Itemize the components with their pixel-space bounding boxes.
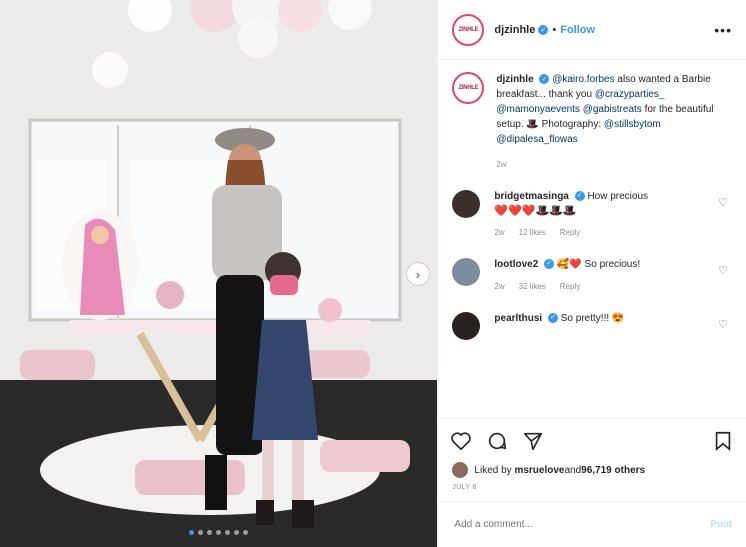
- next-image-button[interactable]: ›: [406, 262, 430, 286]
- action-bar: [438, 418, 746, 462]
- carousel-indicator: [0, 530, 437, 535]
- post-header: ZINHLE djzinhle ✓ • Follow •••: [438, 0, 746, 60]
- comment-meta: 2w 12 likes Reply: [494, 226, 694, 240]
- more-options-icon[interactable]: •••: [714, 22, 732, 38]
- save-bookmark-icon[interactable]: [712, 430, 734, 452]
- comment-likes[interactable]: 32 likes: [519, 280, 546, 294]
- carousel-dot: [189, 530, 195, 535]
- caption-text: djzinhle ✓ @kairo.forbes also wanted a B…: [496, 72, 716, 172]
- verified-badge-icon: ✓: [574, 191, 585, 202]
- caption-mention-link[interactable]: @gabistreats: [583, 104, 642, 115]
- comment-text: So pretty!!! 😍: [560, 313, 625, 324]
- comment-item: lootlove2 ✓ 🥰❤️ So precious! 2w 32 likes Re…: [452, 258, 732, 294]
- comment-like-heart-icon[interactable]: ♡: [718, 264, 728, 277]
- comment-likes[interactable]: 12 likes: [519, 226, 546, 240]
- carousel-dot: [234, 530, 240, 535]
- reply-button[interactable]: Reply: [560, 280, 580, 294]
- caption: ZINHLE djzinhle ✓ @kairo.forbes also wan…: [452, 72, 732, 172]
- add-comment-bar: Post: [438, 501, 746, 547]
- caption-mention-link[interactable]: @mamonyaevents: [496, 104, 580, 115]
- comment-item: bridgetmasinga ✓ How precious ❤️❤️❤️🎩🎩🎩 2w…: [452, 190, 732, 240]
- likes-mid: and: [564, 464, 582, 476]
- comment-body: lootlove2 ✓ 🥰❤️ So precious! 2w 32 likes Re…: [494, 258, 694, 294]
- commenter-username[interactable]: bridgetmasinga: [494, 191, 568, 202]
- author-username[interactable]: djzinhle: [494, 24, 535, 36]
- carousel-dot: [225, 530, 231, 535]
- caption-mention-link[interactable]: @stillsbytom: [604, 119, 661, 130]
- commenter-username[interactable]: pearlthusi: [494, 313, 542, 324]
- comment-time: 2w: [494, 282, 505, 291]
- instagram-post: › ZINHLE djzinhle ✓ • Follow ••• ZINHLE …: [0, 0, 746, 547]
- carousel-dot: [243, 530, 249, 535]
- commenter-avatar[interactable]: [452, 190, 481, 218]
- share-send-icon[interactable]: [522, 430, 544, 452]
- liker-avatar[interactable]: [452, 462, 469, 478]
- likes-summary: Liked by msruelove and 96,719 others: [438, 462, 746, 478]
- comment-time: 2w: [494, 228, 505, 237]
- post-photo[interactable]: ›: [0, 0, 438, 547]
- carousel-dot: [207, 530, 213, 535]
- verified-badge-icon: ✓: [538, 24, 549, 35]
- verified-badge-icon: ✓: [544, 259, 555, 270]
- reply-button[interactable]: Reply: [560, 226, 580, 240]
- verified-badge-icon: ✓: [547, 313, 558, 324]
- like-heart-icon[interactable]: [450, 430, 472, 452]
- likes-prefix: Liked by: [474, 464, 512, 476]
- header-separator: •: [552, 23, 557, 36]
- verified-badge-icon: ✓: [539, 74, 550, 85]
- party-scene-image: [0, 0, 438, 547]
- likes-user[interactable]: msruelove: [514, 465, 564, 476]
- comment-input[interactable]: [452, 518, 711, 531]
- comment-text: 🥰❤️ So precious!: [556, 259, 641, 270]
- comment-meta: 2w 32 likes Reply: [494, 280, 694, 294]
- caption-avatar[interactable]: ZINHLE: [452, 72, 485, 104]
- commenter-avatar[interactable]: [452, 312, 481, 340]
- comment-body: pearlthusi ✓ So pretty!!! 😍: [494, 312, 694, 340]
- caption-mention-link[interactable]: @kairo.forbes: [552, 74, 614, 85]
- comment-bubble-icon[interactable]: [486, 430, 508, 452]
- likes-count[interactable]: 96,719 others: [581, 465, 645, 476]
- comment-emoji-line: ❤️❤️❤️🎩🎩🎩: [494, 205, 577, 217]
- carousel-dot: [216, 530, 222, 535]
- post-side-panel: ZINHLE djzinhle ✓ • Follow ••• ZINHLE dj…: [437, 0, 746, 547]
- post-comment-button[interactable]: Post: [710, 519, 732, 530]
- commenter-username[interactable]: lootlove2: [494, 259, 538, 270]
- comment-list: bridgetmasinga ✓ How precious ❤️❤️❤️🎩🎩🎩 2w…: [452, 190, 732, 340]
- comment-like-heart-icon[interactable]: ♡: [718, 196, 728, 209]
- post-date: JULY 8: [452, 484, 477, 491]
- caption-username[interactable]: djzinhle: [496, 74, 533, 85]
- caption-mention-link[interactable]: @crazyparties_: [595, 89, 665, 100]
- caption-time: 2w: [496, 160, 507, 169]
- comment-body: bridgetmasinga ✓ How precious ❤️❤️❤️🎩🎩🎩 2w…: [494, 190, 694, 240]
- carousel-dot: [198, 530, 204, 535]
- commenter-avatar[interactable]: [452, 258, 481, 286]
- follow-button[interactable]: Follow: [560, 24, 595, 36]
- caption-mention-link[interactable]: @dipalesa_flowas: [496, 134, 577, 145]
- author-avatar[interactable]: ZINHLE: [452, 13, 485, 46]
- comment-item: pearlthusi ✓ So pretty!!! 😍 ♡: [452, 312, 732, 340]
- comments-section: ZINHLE djzinhle ✓ @kairo.forbes also wan…: [438, 60, 746, 418]
- comment-text: How precious: [587, 191, 649, 202]
- comment-like-heart-icon[interactable]: ♡: [718, 318, 728, 331]
